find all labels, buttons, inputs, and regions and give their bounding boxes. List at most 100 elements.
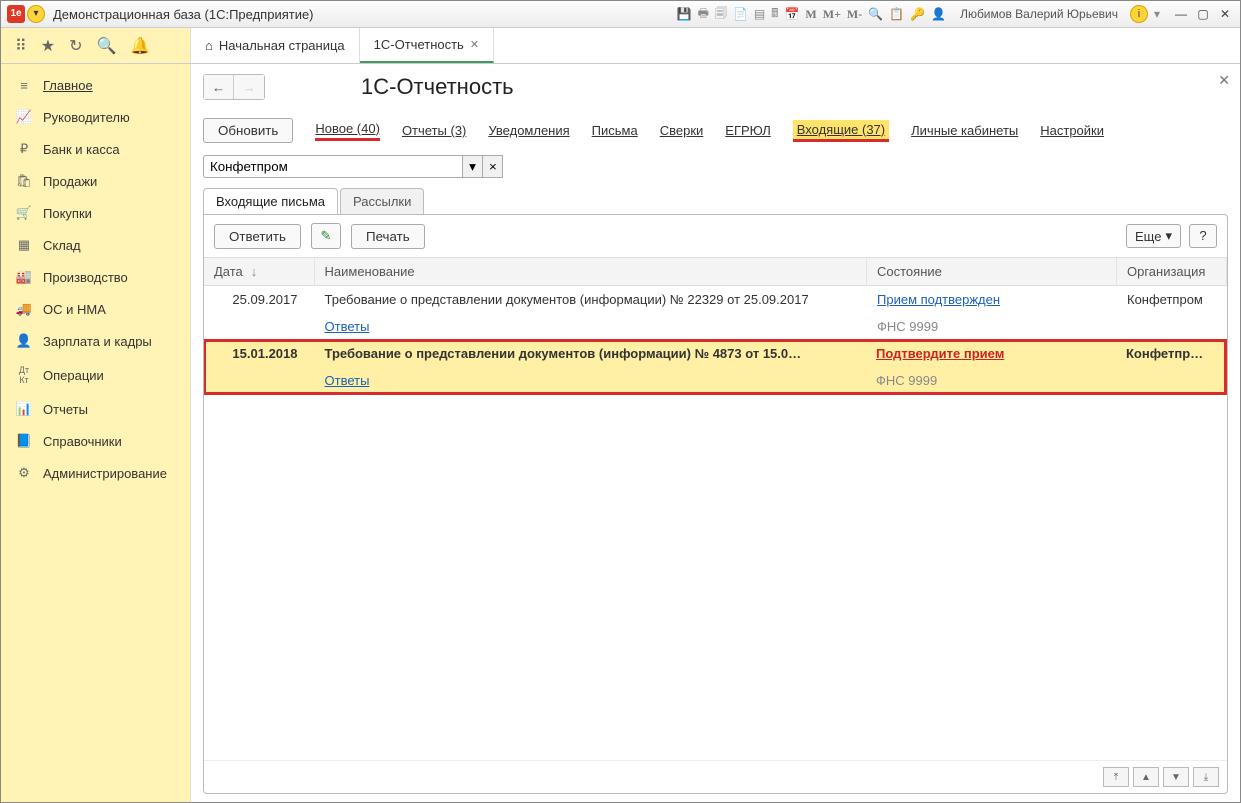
star-icon[interactable]: ★ (41, 36, 55, 56)
logo-1c-icon: 1e (7, 5, 25, 23)
tab-close-icon[interactable]: ✕ (470, 38, 479, 51)
sheet-icon[interactable]: ▤ (754, 7, 765, 21)
sidebar-item-label: Склад (43, 238, 81, 253)
answers-link[interactable]: Ответы (325, 319, 370, 334)
org-filter-clear-icon[interactable]: × (483, 155, 503, 178)
link-letters[interactable]: Письма (592, 123, 638, 138)
sidebar-item-label: Продажи (43, 174, 97, 189)
state-link[interactable]: Подтвердите прием (876, 346, 1004, 361)
col-state[interactable]: Состояние (867, 258, 1117, 286)
minimize-icon[interactable]: — (1172, 7, 1190, 21)
nav-arrows: ← → (203, 74, 265, 100)
print-icon[interactable]: 🖶 (698, 4, 709, 25)
linkbar: Обновить Новое (40) Отчеты (3) Уведомлен… (203, 118, 1228, 143)
nav-fwd-button[interactable]: → (234, 75, 264, 99)
bars-icon: 📊 (15, 401, 33, 417)
calc-icon[interactable]: 🖩 (771, 4, 778, 25)
print-button[interactable]: Печать (351, 224, 425, 249)
refresh-button[interactable]: Обновить (203, 118, 293, 143)
close-window-icon[interactable]: ✕ (1216, 7, 1234, 21)
col-date[interactable]: Дата↓ (204, 258, 314, 286)
m-plus-icon[interactable]: M+ (823, 7, 841, 22)
tab-home-label: Начальная страница (219, 38, 345, 53)
col-org[interactable]: Организация (1117, 258, 1227, 286)
sidebar-item-label: Операции (43, 368, 104, 383)
sidebar-item-purchases[interactable]: 🛒Покупки (1, 197, 190, 229)
info-icon[interactable]: i (1130, 5, 1148, 23)
tab-home[interactable]: ⌂ Начальная страница (191, 28, 360, 63)
inner-tab-mailings[interactable]: Рассылки (340, 188, 424, 214)
sidebar-item-refs[interactable]: 📘Справочники (1, 425, 190, 457)
sidebar-item-admin[interactable]: ⚙Администрирование (1, 457, 190, 489)
edit-button[interactable]: ✎ (311, 223, 341, 249)
nav-back-button[interactable]: ← (204, 75, 234, 99)
close-page-icon[interactable]: ✕ (1218, 72, 1230, 89)
dropdown-icon[interactable]: ▾ (27, 5, 45, 23)
sidebar-item-reports[interactable]: 📊Отчеты (1, 393, 190, 425)
history-icon[interactable]: ↻ (69, 36, 82, 56)
preview-icon[interactable]: 🗐 (715, 4, 727, 25)
nav-last-icon[interactable]: ⤓ (1193, 767, 1219, 787)
key-icon[interactable]: 🔑 (910, 7, 925, 21)
bell-icon[interactable]: 🔔 (130, 36, 150, 56)
maximize-icon[interactable]: ▢ (1194, 7, 1212, 21)
reply-button[interactable]: Ответить (214, 224, 301, 249)
link-reports[interactable]: Отчеты (3) (402, 123, 466, 138)
calendar-icon[interactable]: 📅 (784, 7, 799, 21)
link-settings[interactable]: Настройки (1040, 123, 1104, 138)
table-row[interactable]: 25.09.2017 Требование о представлении до… (204, 286, 1227, 314)
grid-icon: ▦ (15, 237, 33, 253)
nav-first-icon[interactable]: ⤒ (1103, 767, 1129, 787)
apps-icon[interactable]: ⠿ (15, 36, 27, 56)
sidebar-item-production[interactable]: 🏭Производство (1, 261, 190, 293)
truck-icon: 🚚 (15, 301, 33, 317)
answers-link[interactable]: Ответы (325, 373, 370, 388)
cell-name: Требование о представлении документов (и… (314, 340, 866, 367)
dtkt-icon: ДтКт (15, 365, 33, 385)
link-egrul[interactable]: ЕГРЮЛ (725, 123, 770, 138)
sidebar-item-hr[interactable]: 👤Зарплата и кадры (1, 325, 190, 357)
info-drop-icon[interactable]: ▾ (1154, 7, 1160, 21)
zoom-icon[interactable]: 🔍 (868, 7, 883, 21)
home-icon: ⌂ (205, 38, 213, 53)
inner-tab-inbox[interactable]: Входящие письма (203, 188, 338, 214)
sidebar-item-sales[interactable]: 🛍Продажи (1, 165, 190, 197)
table-row-sub[interactable]: Ответы ФНС 9999 (204, 313, 1227, 340)
sidebar-item-bank[interactable]: ₽Банк и касса (1, 133, 190, 165)
link-incoming[interactable]: Входящие (37) (793, 120, 889, 142)
m-minus-icon[interactable]: M- (847, 7, 862, 22)
link-new[interactable]: Новое (40) (315, 121, 380, 141)
sidebar-item-assets[interactable]: 🚚ОС и НМА (1, 293, 190, 325)
sidebar-item-manager[interactable]: 📈Руководителю (1, 101, 190, 133)
table-row-sub[interactable]: Ответы ФНС 9999 (204, 367, 1226, 394)
link-recon[interactable]: Сверки (660, 123, 704, 138)
link-notifications[interactable]: Уведомления (488, 123, 569, 138)
org-filter: ▾ × (203, 155, 503, 178)
sidebar-item-main[interactable]: ≡Главное (1, 70, 190, 101)
col-name[interactable]: Наименование (314, 258, 867, 286)
m-icon[interactable]: M (805, 7, 816, 22)
search-icon[interactable]: 🔍 (96, 36, 116, 56)
document-icon[interactable]: 📄 (733, 7, 748, 21)
book-icon: 📘 (15, 433, 33, 449)
link-cabinets[interactable]: Личные кабинеты (911, 123, 1018, 138)
state-sub: ФНС 9999 (866, 367, 1116, 394)
sidebar-item-ops[interactable]: ДтКт Операции (1, 357, 190, 393)
org-filter-dropdown-icon[interactable]: ▾ (463, 155, 483, 178)
user-name[interactable]: Любимов Валерий Юрьевич (960, 7, 1118, 21)
org-filter-input[interactable] (203, 155, 463, 178)
state-link[interactable]: Прием подтвержден (877, 292, 1000, 307)
sidebar-item-warehouse[interactable]: ▦ Склад (1, 229, 190, 261)
content-area: ✕ ← → 1С-Отчетность Обновить Новое (40) … (191, 64, 1240, 802)
table-nav: ⤒ ▲ ▼ ⤓ (204, 760, 1227, 793)
nav-down-icon[interactable]: ▼ (1163, 767, 1189, 787)
tab-reporting[interactable]: 1С-Отчетность ✕ (360, 28, 494, 63)
more-button[interactable]: Еще▾ (1126, 224, 1181, 248)
chart-icon: 📈 (15, 109, 33, 125)
help-button[interactable]: ? (1189, 224, 1217, 248)
ruble-icon: ₽ (15, 141, 33, 157)
table-row-selected[interactable]: 15.01.2018 Требование о представлении до… (204, 340, 1226, 367)
nav-up-icon[interactable]: ▲ (1133, 767, 1159, 787)
save-icon[interactable]: 💾 (677, 7, 692, 21)
clipboard-icon[interactable]: 📋 (889, 7, 904, 21)
